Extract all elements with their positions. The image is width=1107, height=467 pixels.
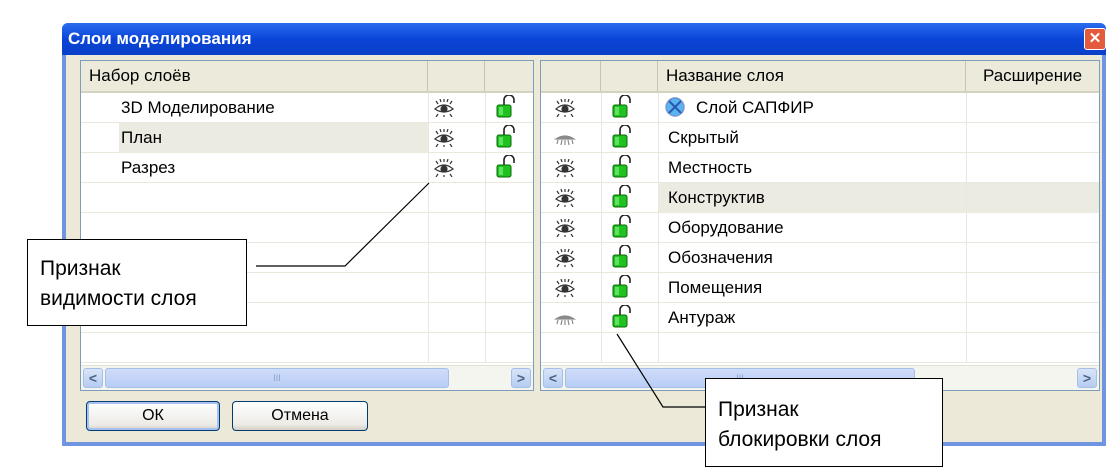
lock-callout: Признак блокировки слоя (705, 378, 943, 467)
lock-leader-line (616, 333, 705, 408)
callout-text-line: Признак (718, 398, 799, 421)
callout-text-line: видимости слоя (40, 287, 197, 310)
callout-text-line: блокировки слоя (718, 428, 882, 451)
callout-text-line: Признак (40, 257, 121, 280)
visibility-callout: Признак видимости слоя (27, 239, 247, 326)
visibility-leader-line (256, 182, 430, 267)
